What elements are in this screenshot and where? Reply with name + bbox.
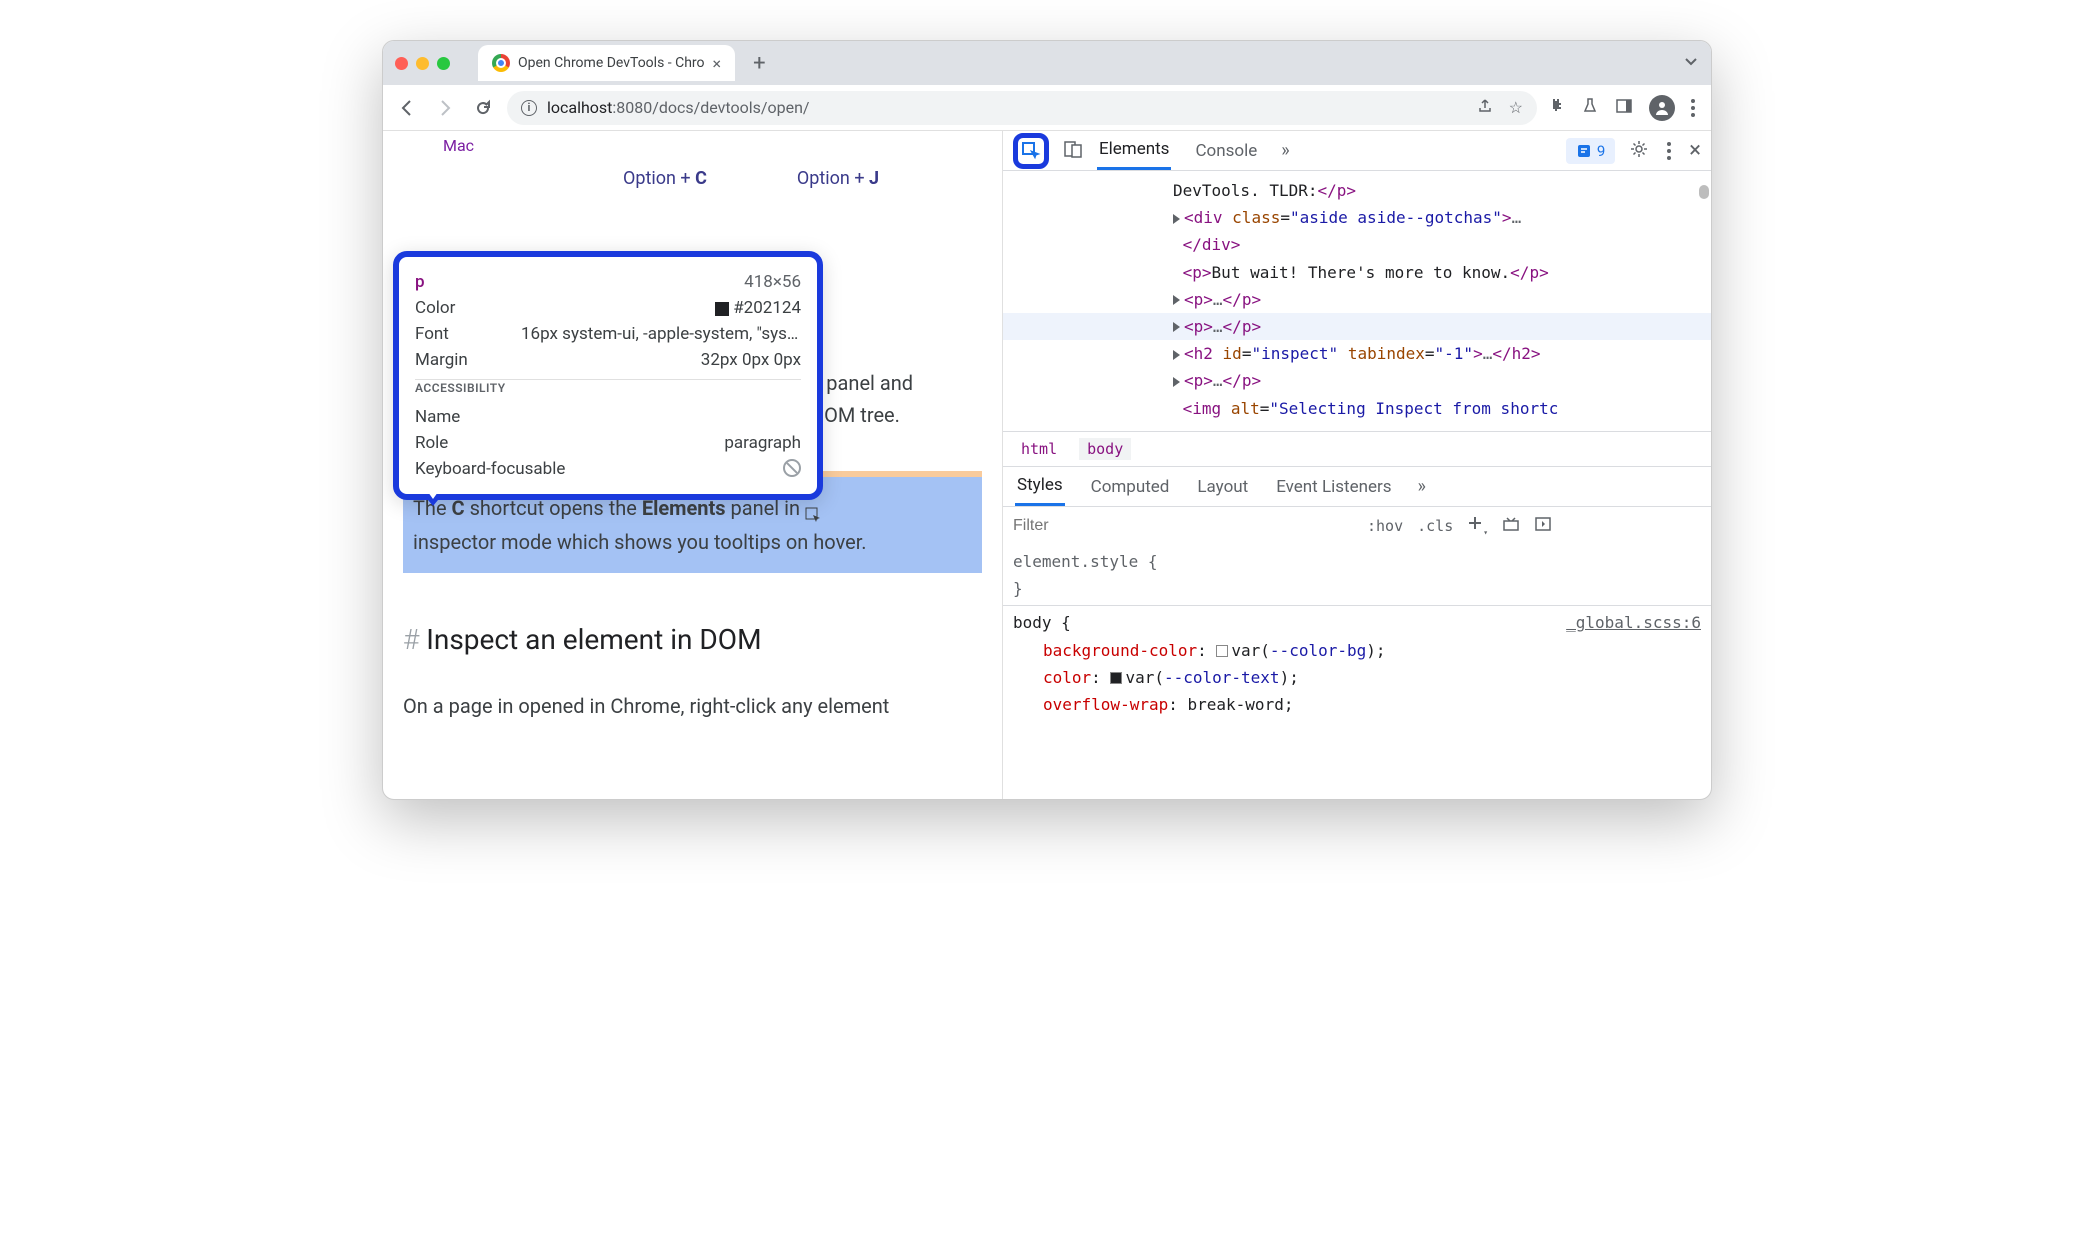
- inspector-cursor-icon: [805, 501, 823, 519]
- page-content: Mac Option + C Option + J p 418×56 Color #…: [383, 131, 1003, 799]
- new-style-rule-icon[interactable]: ▾: [1467, 515, 1488, 537]
- style-source-link[interactable]: _global.scss:6: [1566, 609, 1701, 636]
- dom-selected-node[interactable]: <p>…</p>: [1003, 313, 1711, 340]
- styles-tabs: Styles Computed Layout Event Listeners »: [1003, 466, 1711, 506]
- keyboard-shortcuts: Option + C Option + J: [383, 160, 1002, 207]
- tooltip-keyboard-label: Keyboard-focusable: [415, 459, 565, 479]
- minimize-window-icon[interactable]: [416, 57, 429, 70]
- close-devtools-icon[interactable]: ×: [1689, 138, 1701, 163]
- tooltip-margin-label: Margin: [415, 350, 468, 370]
- issues-badge[interactable]: 9: [1566, 138, 1615, 164]
- tooltip-name-label: Name: [415, 407, 460, 427]
- tab-close-icon[interactable]: ×: [713, 54, 722, 73]
- more-tabs-icon[interactable]: »: [1281, 140, 1289, 161]
- forward-button[interactable]: [431, 94, 459, 122]
- styles-filter-input[interactable]: [1013, 517, 1353, 535]
- tab-console[interactable]: Console: [1193, 133, 1259, 169]
- chrome-menu-icon[interactable]: [1691, 99, 1695, 117]
- profile-avatar-icon[interactable]: [1649, 95, 1675, 121]
- scrollbar-thumb[interactable]: [1699, 185, 1709, 199]
- expand-icon[interactable]: [1173, 295, 1180, 305]
- styles-filter-row: :hov .cls ▾: [1003, 506, 1711, 544]
- tooltip-role-value: paragraph: [724, 433, 801, 453]
- tab-styles[interactable]: Styles: [1015, 467, 1065, 506]
- side-panel-icon[interactable]: [1615, 97, 1633, 119]
- tooltip-role-label: Role: [415, 433, 448, 453]
- tooltip-margin-value: 32px 0px 0px: [701, 350, 801, 370]
- tab-elements[interactable]: Elements: [1097, 131, 1171, 170]
- toggle-common-classes-icon[interactable]: [1502, 515, 1520, 537]
- address-bar[interactable]: i localhost:8080/docs/devtools/open/ ☆: [507, 91, 1537, 125]
- maximize-window-icon[interactable]: [437, 57, 450, 70]
- dom-breadcrumb: html body: [1003, 431, 1711, 466]
- cls-toggle[interactable]: .cls: [1417, 517, 1453, 535]
- expand-icon[interactable]: [1173, 350, 1180, 360]
- window-controls: [395, 57, 450, 70]
- devtools-toolbar: Elements Console » 9 ×: [1003, 131, 1711, 171]
- platform-label: Mac: [383, 131, 1002, 160]
- browser-tab[interactable]: Open Chrome DevTools - Chro ×: [478, 45, 735, 81]
- site-info-icon[interactable]: i: [521, 100, 537, 116]
- chrome-favicon-icon: [492, 54, 510, 72]
- computed-sidebar-icon[interactable]: [1534, 515, 1552, 537]
- breadcrumb-body[interactable]: body: [1079, 438, 1131, 460]
- not-focusable-icon: [783, 459, 801, 477]
- tooltip-tag: p: [415, 272, 425, 292]
- tooltip-accessibility-heading: ACCESSIBILITY: [415, 379, 801, 404]
- labs-icon[interactable]: [1581, 97, 1599, 119]
- tab-event-listeners[interactable]: Event Listeners: [1274, 469, 1393, 505]
- devtools-panel: Elements Console » 9 × DevTools. TLDR:</…: [1003, 131, 1711, 799]
- browser-window: Open Chrome DevTools - Chro × + i localh…: [382, 40, 1712, 800]
- more-styles-tabs-icon[interactable]: »: [1418, 476, 1426, 497]
- section-heading: # Inspect an element in DOM: [403, 573, 982, 656]
- expand-icon[interactable]: [1173, 214, 1180, 224]
- tooltip-font-label: Font: [415, 324, 449, 344]
- close-window-icon[interactable]: [395, 57, 408, 70]
- tooltip-color-value: #202124: [715, 298, 801, 318]
- tab-layout[interactable]: Layout: [1195, 469, 1250, 505]
- inspect-element-button[interactable]: [1013, 133, 1049, 169]
- breadcrumb-html[interactable]: html: [1013, 438, 1065, 460]
- settings-icon[interactable]: [1629, 139, 1649, 163]
- tooltip-color-label: Color: [415, 298, 455, 318]
- extensions-icon[interactable]: [1547, 97, 1565, 119]
- styles-pane[interactable]: element.style { } body {_global.scss:6 b…: [1003, 544, 1711, 799]
- tooltip-font-value: 16px system-ui, -apple-system, "syste…: [521, 324, 801, 344]
- tab-strip: Open Chrome DevTools - Chro × +: [383, 41, 1711, 85]
- dom-tree[interactable]: DevTools. TLDR:</p> <div class="aside as…: [1003, 171, 1711, 431]
- back-button[interactable]: [393, 94, 421, 122]
- tab-computed[interactable]: Computed: [1089, 469, 1172, 505]
- body-paragraph: On a page in opened in Chrome, right-cli…: [403, 656, 982, 718]
- device-toggle-button[interactable]: [1063, 139, 1083, 163]
- share-icon[interactable]: [1477, 98, 1493, 118]
- element-tooltip: p 418×56 Color #202124 Font 16px system-ui,…: [393, 251, 823, 500]
- hov-toggle[interactable]: :hov: [1367, 517, 1403, 535]
- expand-icon[interactable]: [1173, 377, 1180, 387]
- browser-toolbar: i localhost:8080/docs/devtools/open/ ☆: [383, 85, 1711, 131]
- bookmark-icon[interactable]: ☆: [1509, 98, 1523, 117]
- url-text: localhost:8080/docs/devtools/open/: [547, 98, 810, 117]
- tab-search-icon[interactable]: [1683, 53, 1699, 73]
- devtools-menu-icon[interactable]: [1667, 142, 1671, 160]
- new-tab-button[interactable]: +: [743, 51, 775, 76]
- reload-button[interactable]: [469, 94, 497, 122]
- tooltip-dimensions: 418×56: [744, 272, 801, 292]
- expand-icon[interactable]: [1173, 322, 1180, 332]
- tab-title: Open Chrome DevTools - Chro: [518, 55, 705, 71]
